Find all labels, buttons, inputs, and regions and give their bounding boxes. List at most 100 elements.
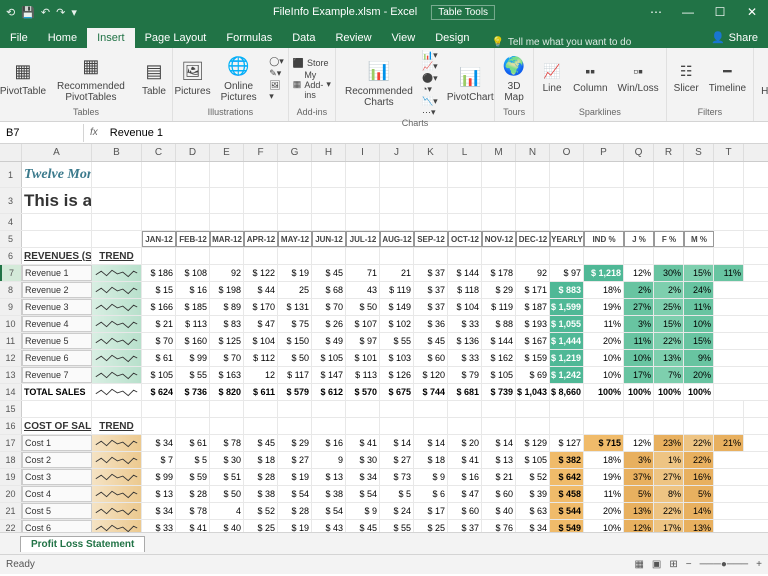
value-cell[interactable]: $ 28 [244,469,278,485]
value-cell[interactable]: $ 88 [482,316,516,332]
col-header[interactable]: L [448,144,482,161]
row-header[interactable]: 12 [0,350,22,366]
value-cell[interactable]: $ 29 [482,282,516,298]
pct-cell[interactable]: 25% [654,299,684,315]
select-all[interactable] [0,144,22,161]
value-cell[interactable]: 43 [346,282,380,298]
month-header[interactable]: FEB-12 [176,231,210,247]
tab-file[interactable]: File [0,28,38,48]
zoom-in-icon[interactable]: + [756,559,762,570]
value-cell[interactable]: $ 119 [380,282,414,298]
value-cell[interactable]: $ 13 [312,469,346,485]
value-cell[interactable]: $ 13 [482,452,516,468]
pct-cell[interactable]: 15% [684,265,714,281]
value-cell[interactable]: $ 105 [482,367,516,383]
value-cell[interactable]: $ 55 [176,367,210,383]
value-cell[interactable]: $ 24 [380,503,414,519]
cell[interactable] [714,188,744,213]
pct-cell[interactable]: 3% [624,316,654,332]
value-cell[interactable]: $ 18 [244,452,278,468]
total-cell[interactable]: $ 744 [414,384,448,400]
value-cell[interactable]: $ 193 [516,316,550,332]
cell[interactable] [346,418,380,434]
total-cell[interactable]: $ 675 [380,384,414,400]
revenue-label[interactable]: Revenue 7 [22,367,92,383]
row-header[interactable]: 13 [0,367,22,383]
yearly-total[interactable]: $ 642 [550,469,584,485]
cell[interactable] [448,418,482,434]
pct-cell[interactable]: 13% [624,503,654,519]
value-cell[interactable]: $ 50 [346,299,380,315]
cell[interactable] [714,231,744,247]
value-cell[interactable]: $ 54 [278,486,312,502]
row-header[interactable]: 7 [0,265,22,281]
value-cell[interactable]: $ 49 [312,333,346,349]
value-cell[interactable]: $ 170 [244,299,278,315]
yearly-total[interactable]: $ 382 [550,452,584,468]
value-cell[interactable]: $ 70 [142,333,176,349]
col-header[interactable]: N [516,144,550,161]
value-cell[interactable]: $ 38 [312,486,346,502]
value-cell[interactable]: $ 60 [414,350,448,366]
cell[interactable] [654,248,684,264]
doc-subtitle[interactable]: This is an .XLSM file opened in Microsof… [22,188,92,213]
cell[interactable] [654,418,684,434]
value-cell[interactable]: $ 34 [516,520,550,532]
sparkline[interactable] [92,282,142,298]
timeline-button[interactable]: ━Timeline [706,61,749,96]
month-header[interactable]: NOV-12 [482,231,516,247]
tab-review[interactable]: Review [325,28,381,48]
value-cell[interactable]: $ 33 [142,520,176,532]
value-cell[interactable]: $ 105 [312,350,346,366]
cell[interactable] [684,188,714,213]
value-cell[interactable]: $ 171 [516,282,550,298]
slicer-button[interactable]: ☷Slicer [671,61,702,96]
pct-cell[interactable]: 30% [654,265,684,281]
value-cell[interactable]: $ 159 [516,350,550,366]
row-header[interactable]: 4 [0,214,22,230]
cell[interactable] [22,214,92,230]
revenue-label[interactable]: Revenue 4 [22,316,92,332]
value-cell[interactable]: $ 7 [142,452,176,468]
value-cell[interactable]: $ 99 [142,469,176,485]
sparkline[interactable] [92,486,142,502]
pct-cell[interactable]: 21% [714,435,744,451]
cell[interactable] [654,188,684,213]
sparkline[interactable] [92,384,142,400]
value-cell[interactable]: $ 105 [142,367,176,383]
cell[interactable] [414,418,448,434]
cell[interactable] [550,418,584,434]
row-header[interactable]: 9 [0,299,22,315]
value-cell[interactable]: $ 26 [312,316,346,332]
cell[interactable] [380,418,414,434]
value-cell[interactable]: $ 34 [142,503,176,519]
cell[interactable] [624,214,654,230]
pct-cell[interactable]: 3% [624,452,654,468]
revenue-label[interactable]: Revenue 6 [22,350,92,366]
cell[interactable] [22,401,92,417]
value-cell[interactable]: $ 45 [244,435,278,451]
view-break-icon[interactable]: ⊞ [669,559,677,570]
pct-cell[interactable]: 15% [684,333,714,349]
value-cell[interactable]: $ 37 [414,282,448,298]
value-cell[interactable]: $ 9 [414,469,448,485]
3dmap-button[interactable]: 🌍3D Map [499,53,529,105]
cell[interactable] [278,188,312,213]
value-cell[interactable]: $ 45 [312,265,346,281]
sparkline[interactable] [92,435,142,451]
value-cell[interactable]: $ 104 [448,299,482,315]
value-cell[interactable]: $ 14 [482,435,516,451]
pct-cell[interactable]: 18% [584,282,624,298]
value-cell[interactable]: $ 118 [448,282,482,298]
revenue-label[interactable]: Revenue 5 [22,333,92,349]
cell[interactable] [624,162,654,187]
value-cell[interactable]: $ 20 [448,435,482,451]
value-cell[interactable]: $ 5 [176,452,210,468]
value-cell[interactable]: $ 73 [380,469,414,485]
col-header[interactable]: F [244,144,278,161]
value-cell[interactable]: $ 78 [176,503,210,519]
total-cell[interactable]: $ 1,043 [516,384,550,400]
tab-home[interactable]: Home [38,28,87,48]
total-cell[interactable]: $ 681 [448,384,482,400]
pct-cell[interactable]: 11% [684,299,714,315]
